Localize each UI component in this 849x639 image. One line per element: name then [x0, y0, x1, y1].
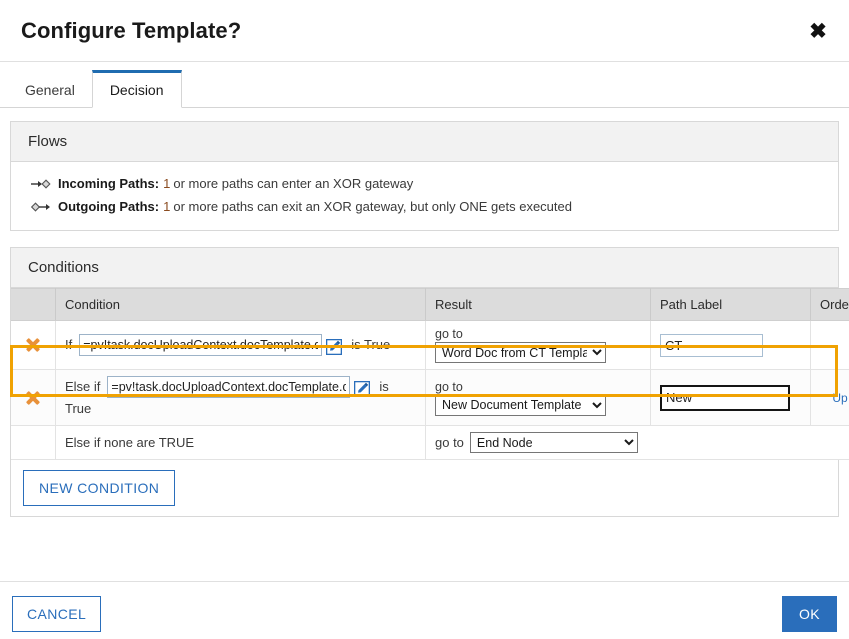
condition-keyword: If [65, 337, 73, 352]
new-condition-wrap: NEW CONDITION [11, 460, 838, 516]
row-actions-cell [11, 369, 56, 426]
condition-suffix: is True [351, 337, 391, 352]
column-header-order: Order [810, 288, 849, 321]
condition-expression-input[interactable] [79, 334, 323, 356]
column-header-result: Result [425, 288, 651, 321]
result-node-select[interactable]: Word Doc from CT Template [435, 342, 606, 363]
default-condition-row: Else if none are TRUE go to End Node [11, 425, 849, 460]
row-path-label-cell [650, 369, 811, 426]
conditions-table-head: Condition Result Path Label Order [11, 288, 849, 321]
goto-label: go to [435, 327, 463, 341]
goto-label: go to [435, 379, 463, 394]
result-node-select[interactable]: New Document Template [435, 394, 606, 416]
dialog-body: Flows Incoming Paths: 1 or more paths ca… [0, 108, 849, 517]
flow-row-incoming: Incoming Paths: 1 or more paths can ente… [11, 172, 838, 195]
default-condition-text: Else if none are TRUE [65, 435, 195, 450]
table-row: Else if is True go to [11, 369, 849, 426]
condition-suffix-wrap: True [65, 401, 92, 416]
flow-count-outgoing: 1 [163, 199, 171, 214]
default-goto-label: go to [435, 435, 464, 450]
conditions-heading: Conditions [11, 248, 838, 288]
row-result-cell: go to New Document Template [425, 369, 651, 426]
ok-button[interactable]: OK [781, 596, 837, 632]
table-header-row: Condition Result Path Label Order [11, 288, 849, 321]
delete-icon[interactable] [24, 336, 42, 354]
flows-heading: Flows [11, 122, 838, 162]
default-condition-cell: Else if none are TRUE [55, 425, 426, 460]
flow-label-outgoing: Outgoing Paths: [58, 199, 160, 214]
tab-general[interactable]: General [8, 72, 92, 108]
delete-icon[interactable] [24, 389, 42, 407]
row-condition-cell: Else if is True [55, 369, 426, 426]
conditions-table-body: If is True go to [11, 320, 849, 460]
default-actions-cell [11, 425, 56, 460]
move-up-label: Up [832, 391, 848, 405]
row-condition-cell: If is True [55, 320, 426, 370]
condition-suffix: is [379, 379, 389, 394]
column-header-path-label: Path Label [650, 288, 811, 321]
incoming-path-icon [31, 178, 51, 189]
default-result-cell: go to End Node [425, 425, 849, 460]
row-order-cell [810, 320, 849, 370]
row-order-cell: Up [810, 369, 849, 426]
condition-expression-input[interactable] [107, 376, 351, 398]
path-label-input[interactable] [660, 333, 763, 357]
conditions-card: Conditions Condition Result Path Label O… [10, 247, 849, 517]
tab-decision[interactable]: Decision [91, 70, 182, 108]
edit-icon[interactable] [326, 339, 343, 355]
flow-count-incoming: 1 [163, 176, 171, 191]
flows-body: Incoming Paths: 1 or more paths can ente… [11, 162, 838, 230]
new-condition-button[interactable]: NEW CONDITION [23, 470, 176, 506]
flow-text-outgoing: or more paths can exit an XOR gateway, b… [173, 199, 572, 214]
edit-icon[interactable] [354, 381, 371, 397]
dialog-header: Configure Template? ✖ [0, 0, 849, 62]
conditions-table: Condition Result Path Label Order If [11, 288, 849, 460]
row-result-cell: go to Word Doc from CT Template [425, 320, 651, 370]
row-path-label-cell [650, 320, 811, 370]
flow-row-outgoing: Outgoing Paths: 1 or more paths can exit… [11, 195, 838, 218]
column-header-actions [11, 288, 56, 321]
dialog-footer: CANCEL OK [0, 581, 849, 639]
page-title: Configure Template? [21, 18, 242, 43]
flow-text-incoming: or more paths can enter an XOR gateway [173, 176, 414, 191]
table-row: If is True go to [11, 320, 849, 370]
outgoing-path-icon [31, 201, 50, 212]
tab-bar: General Decision [0, 62, 849, 108]
condition-keyword: Else if [65, 379, 101, 394]
default-node-select[interactable]: End Node [469, 432, 638, 453]
path-label-input[interactable] [660, 384, 790, 411]
move-up-link[interactable]: Up [832, 391, 849, 405]
flows-card: Flows Incoming Paths: 1 or more paths ca… [10, 121, 839, 231]
close-icon[interactable]: ✖ [805, 19, 831, 45]
row-actions-cell [11, 320, 56, 370]
cancel-button[interactable]: CANCEL [12, 596, 102, 632]
column-header-condition: Condition [55, 288, 426, 321]
flow-label-incoming: Incoming Paths: [58, 176, 160, 191]
